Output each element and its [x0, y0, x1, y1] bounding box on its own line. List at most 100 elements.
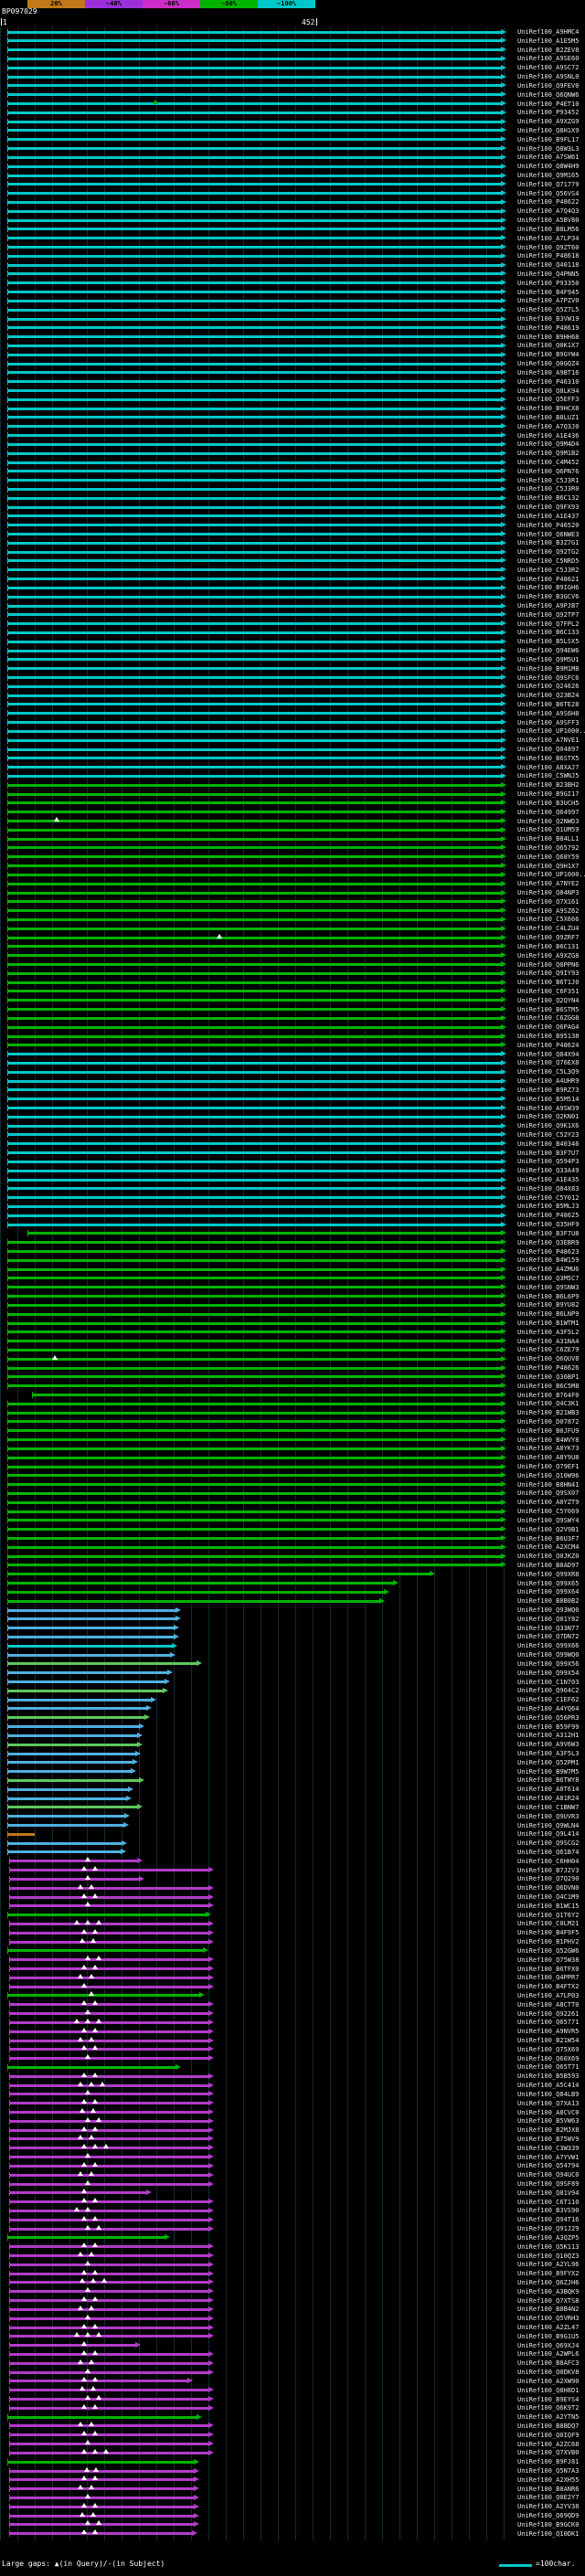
hit-row[interactable]: UniRef100_B23BH2 [0, 780, 585, 790]
hit-label[interactable]: UniRef100_B8B0B2 [517, 1597, 579, 1605]
hit-row[interactable]: UniRef100_C5Y012 [0, 1193, 585, 1203]
hit-row[interactable]: UniRef100_C0LM21 [0, 1919, 585, 1928]
hit-row[interactable]: UniRef100_A1E435 [0, 1175, 585, 1184]
hit-row[interactable]: UniRef100_A2XCM4 [0, 1542, 585, 1552]
hit-row[interactable]: UniRef100_Q94UC0 [0, 2170, 585, 2179]
hit-row[interactable]: UniRef100_Q94EW6 [0, 646, 585, 655]
hit-label[interactable]: UniRef100_P48618 [517, 252, 579, 260]
hit-label[interactable]: UniRef100_B7J2V3 [517, 1867, 579, 1874]
hit-row[interactable]: UniRef100_B6U3F7 [0, 1534, 585, 1543]
hit-label[interactable]: UniRef100_B764F0 [517, 1392, 579, 1399]
hit-label[interactable]: UniRef100_B21WB3 [517, 1409, 579, 1416]
hit-row[interactable]: UniRef100_C6F351 [0, 987, 585, 996]
hit-label[interactable]: UniRef100_A3F5L2 [517, 1329, 579, 1336]
hit-label[interactable]: UniRef100_Q84X94 [517, 1051, 579, 1058]
hit-label[interactable]: UniRef100_B1WTM1 [517, 1320, 579, 1327]
hit-bar[interactable] [7, 1113, 506, 1120]
hit-bar[interactable] [7, 710, 506, 717]
hit-label[interactable]: UniRef100_P93452 [517, 109, 579, 116]
hit-label[interactable]: UniRef100_B8HN41 [517, 1481, 579, 1489]
hit-label[interactable]: UniRef100_C5J3R2 [517, 567, 579, 574]
hit-row[interactable]: UniRef100_B84LL1 [0, 834, 585, 843]
hit-bar[interactable] [7, 351, 506, 358]
hit-row[interactable]: UniRef100_A9SC72 [0, 63, 585, 72]
hit-label[interactable]: UniRef100_B6L6P9 [517, 1293, 579, 1300]
hit-bar[interactable] [9, 1956, 214, 1964]
hit-bar[interactable] [9, 1892, 214, 1901]
hit-row[interactable]: UniRef100_B95138 [0, 1032, 585, 1041]
hit-label[interactable]: UniRef100_Q0JKZ0 [517, 1553, 579, 1560]
hit-bar[interactable] [7, 961, 506, 968]
hit-row[interactable]: UniRef100_Q64997 [0, 808, 585, 817]
hit-row[interactable]: UniRef100_P48624 [0, 1041, 585, 1050]
hit-row[interactable]: UniRef100_Q36BP1 [0, 1373, 585, 1382]
hit-label[interactable]: UniRef100_Q10DK1 [517, 2530, 579, 2538]
hit-bar[interactable] [7, 781, 506, 789]
hit-row[interactable]: UniRef100_A7NYE2 [0, 879, 585, 888]
hit-label[interactable]: UniRef100_A2XW90 [517, 2378, 579, 2385]
hit-row[interactable]: UniRef100_Q0E2Y7 [0, 2493, 585, 2502]
hit-row[interactable]: UniRef100_A9HMC4 [0, 27, 585, 37]
hit-bar[interactable] [7, 1320, 506, 1327]
hit-label[interactable]: UniRef100_Q4PNN5 [517, 270, 579, 278]
hit-label[interactable]: UniRef100_B6TWY8 [517, 1776, 579, 1784]
hit-bar[interactable] [9, 2215, 214, 2223]
hit-row[interactable]: UniRef100_A81R24 [0, 1794, 585, 1803]
hit-row[interactable]: UniRef100_Q6ZJH6 [0, 2278, 585, 2287]
hit-bar[interactable] [7, 1670, 173, 1677]
hit-label[interactable]: UniRef100_Q10QZ3 [517, 2253, 579, 2260]
hit-row[interactable]: UniRef100_C5J3R2 [0, 566, 585, 575]
hit-label[interactable]: UniRef100_Q99WQ0 [517, 1651, 579, 1659]
hit-label[interactable]: UniRef100_Q35HF9 [517, 1221, 579, 1228]
hit-label[interactable]: UniRef100_P4ET10 [517, 101, 579, 108]
hit-row[interactable]: UniRef100_Q79EF1 [0, 1462, 585, 1471]
hit-label[interactable]: UniRef100_A2YV38 [517, 2503, 579, 2510]
hit-label[interactable]: UniRef100_Q9M4D4 [517, 440, 579, 448]
hit-bar[interactable] [7, 1991, 205, 1999]
hit-row[interactable]: UniRef100_Q40118 [0, 260, 585, 270]
hit-label[interactable]: UniRef100_Q69XJ4 [517, 2342, 579, 2349]
hit-label[interactable]: UniRef100_Q60X69 [517, 2055, 579, 2062]
hit-row[interactable]: UniRef100_A2ZC68 [0, 2440, 585, 2449]
hit-row[interactable]: UniRef100_Q6K9T2 [0, 2403, 585, 2412]
hit-bar[interactable] [7, 315, 506, 323]
hit-label[interactable]: UniRef100_Q9SWY4 [517, 1517, 579, 1524]
hit-bar[interactable] [9, 2278, 214, 2286]
hit-label[interactable]: UniRef100_C1BNW7 [517, 1804, 579, 1811]
hit-label[interactable]: UniRef100_B9IGH6 [517, 584, 579, 591]
hit-label[interactable]: UniRef100_Q6DVN0 [517, 1884, 579, 1892]
hit-row[interactable]: UniRef100_Q60X69 [0, 2054, 585, 2063]
hit-label[interactable]: UniRef100_B5M514 [517, 1096, 579, 1103]
hit-row[interactable]: UniRef100_B6STX5 [0, 754, 585, 763]
hit-row[interactable]: UniRef100_B8AFC3 [0, 2359, 585, 2368]
hit-label[interactable]: UniRef100_Q0E2Y7 [517, 2494, 579, 2501]
hit-label[interactable]: UniRef100_C5J3R0 [517, 485, 579, 493]
hit-label[interactable]: UniRef100_P48623 [517, 1248, 579, 1256]
hit-label[interactable]: UniRef100_Q8H1X9 [517, 127, 579, 134]
hit-label[interactable]: UniRef100_Q9SF89 [517, 2180, 579, 2188]
hit-bar[interactable] [7, 620, 506, 628]
hit-label[interactable]: UniRef100_C1N703 [517, 1679, 579, 1686]
hit-row[interactable]: UniRef100_A9PJB7 [0, 601, 585, 610]
hit-bar[interactable] [9, 2189, 152, 2197]
hit-row[interactable]: UniRef100_Q3M5C7 [0, 1274, 585, 1283]
hit-row[interactable]: UniRef100_P48626 [0, 1363, 585, 1373]
hit-bar[interactable] [7, 548, 506, 556]
hit-label[interactable]: UniRef100_Q01Y82 [517, 1616, 579, 1623]
hit-bar[interactable] [7, 719, 506, 726]
hit-row[interactable]: UniRef100_P93452 [0, 108, 585, 117]
hit-row[interactable]: UniRef100_C6ZGG8 [0, 1013, 585, 1023]
hit-bar[interactable] [7, 360, 506, 367]
hit-label[interactable]: UniRef100_P48619 [517, 324, 579, 332]
hit-bar[interactable] [9, 2475, 199, 2484]
hit-label[interactable]: UniRef100_B3F7U8 [517, 1230, 579, 1237]
hit-row[interactable]: UniRef100_B8B0B2 [0, 1596, 585, 1606]
hit-row[interactable]: UniRef100_Q84X94 [0, 1050, 585, 1059]
hit-row[interactable]: UniRef100_A3QZP5 [0, 2233, 585, 2242]
hit-label[interactable]: UniRef100_Q92261 [517, 2010, 579, 2018]
hit-bar[interactable] [7, 809, 506, 816]
hit-label[interactable]: UniRef100_Q91J29 [517, 2225, 579, 2232]
hit-label[interactable]: UniRef100_A8T614 [517, 1786, 579, 1793]
hit-row[interactable]: UniRef100_Q69XJ4 [0, 2341, 585, 2350]
hit-row[interactable]: UniRef100_A7LP03 [0, 1991, 585, 2000]
